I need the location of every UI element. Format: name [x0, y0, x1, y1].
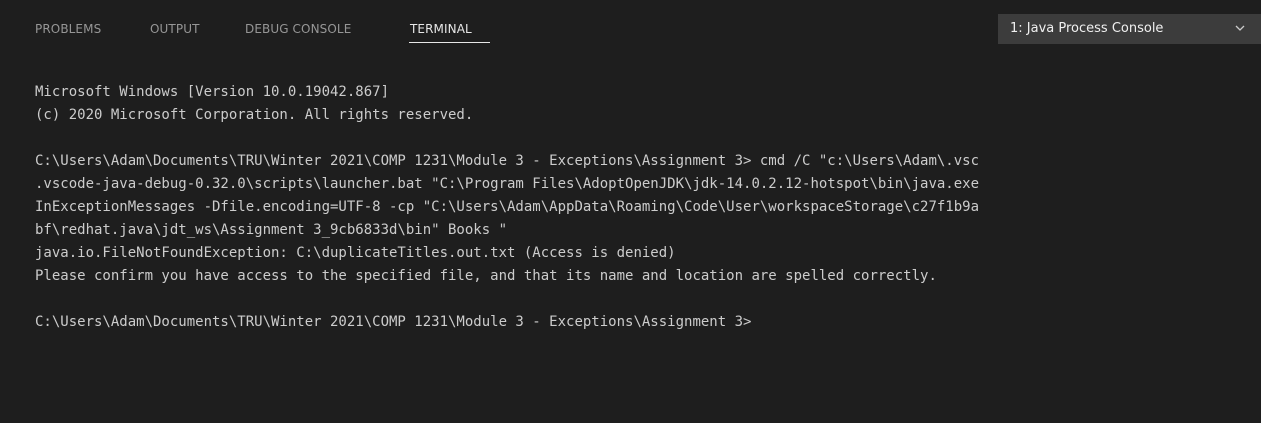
terminal-line: Please confirm you have access to the sp… [35, 268, 937, 284]
terminal-panel: PROBLEMS OUTPUT DEBUG CONSOLE TERMINAL 1… [0, 0, 1261, 423]
chevron-down-icon [1235, 25, 1245, 31]
terminal-line: java.io.FileNotFoundException: C:\duplic… [35, 245, 676, 261]
panel-tab-bar: PROBLEMS OUTPUT DEBUG CONSOLE TERMINAL 1… [0, 0, 1261, 62]
terminal-selector-value: 1: Java Process Console [1010, 21, 1164, 36]
terminal-line: InExceptionMessages -Dfile.encoding=UTF-… [35, 199, 980, 215]
terminal-output[interactable]: Microsoft Windows [Version 10.0.19042.86… [35, 81, 1261, 401]
terminal-line: C:\Users\Adam\Documents\TRU\Winter 2021\… [35, 153, 980, 169]
tab-debug-console[interactable]: DEBUG CONSOLE [245, 22, 351, 36]
terminal-line: bf\redhat.java\jdt_ws\Assignment 3_9cb68… [35, 222, 508, 238]
active-tab-indicator [409, 42, 490, 43]
tab-output[interactable]: OUTPUT [150, 22, 200, 36]
tab-problems[interactable]: PROBLEMS [35, 22, 101, 36]
terminal-line: Microsoft Windows [Version 10.0.19042.86… [35, 84, 390, 100]
terminal-line: (c) 2020 Microsoft Corporation. All righ… [35, 107, 474, 123]
terminal-line: .vscode-java-debug-0.32.0\scripts\launch… [35, 176, 980, 192]
tab-terminal[interactable]: TERMINAL [410, 22, 472, 36]
terminal-selector-dropdown[interactable]: 1: Java Process Console [998, 14, 1261, 44]
terminal-prompt: C:\Users\Adam\Documents\TRU\Winter 2021\… [35, 314, 752, 330]
